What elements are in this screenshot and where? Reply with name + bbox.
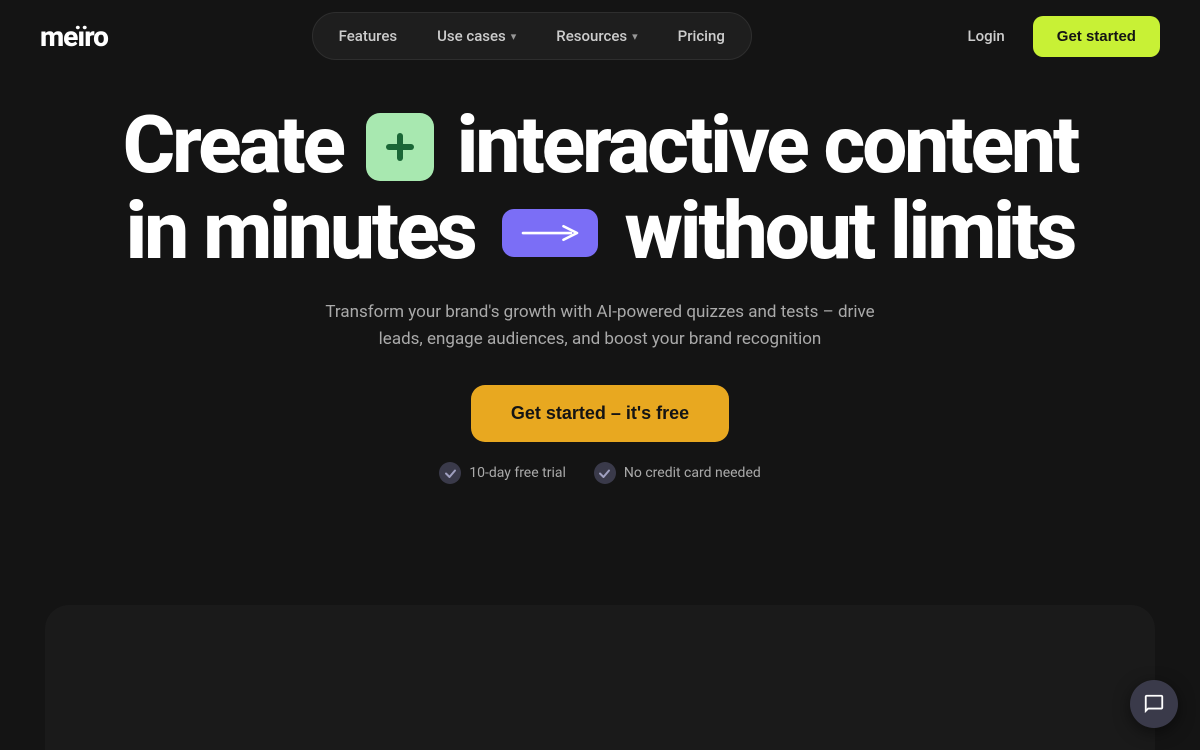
check-icon xyxy=(594,462,616,484)
cta-button[interactable]: Get started – it's free xyxy=(471,385,729,442)
trust-row: 10-day free trial No credit card needed xyxy=(439,462,761,484)
login-button[interactable]: Login xyxy=(955,19,1016,53)
hero-title: Create interactive content in minutes wi… xyxy=(123,102,1078,275)
arrow-icon xyxy=(502,209,598,257)
nav-pricing[interactable]: Pricing xyxy=(660,19,743,53)
chevron-down-icon: ▾ xyxy=(632,30,638,43)
navbar: meïro Features Use cases ▾ Resources ▾ P… xyxy=(0,0,1200,72)
hero-subtitle: Transform your brand's growth with AI-po… xyxy=(320,299,880,353)
hero-section: Create interactive content in minutes wi… xyxy=(0,72,1200,504)
nav-right: Login Get started xyxy=(955,16,1160,57)
logo[interactable]: meïro xyxy=(40,20,108,53)
check-icon xyxy=(439,462,461,484)
nav-use-cases[interactable]: Use cases ▾ xyxy=(419,19,534,53)
cross-icon xyxy=(366,113,434,181)
trust-no-cc: No credit card needed xyxy=(594,462,761,484)
nav-links: Features Use cases ▾ Resources ▾ Pricing xyxy=(312,12,752,60)
chevron-down-icon: ▾ xyxy=(511,30,517,43)
bottom-preview-card xyxy=(45,605,1155,750)
get-started-nav-button[interactable]: Get started xyxy=(1033,16,1160,57)
trust-trial: 10-day free trial xyxy=(439,462,566,484)
chat-icon xyxy=(1143,693,1165,715)
nav-resources[interactable]: Resources ▾ xyxy=(538,19,655,53)
chat-bubble-button[interactable] xyxy=(1130,680,1178,728)
nav-features[interactable]: Features xyxy=(321,19,415,53)
